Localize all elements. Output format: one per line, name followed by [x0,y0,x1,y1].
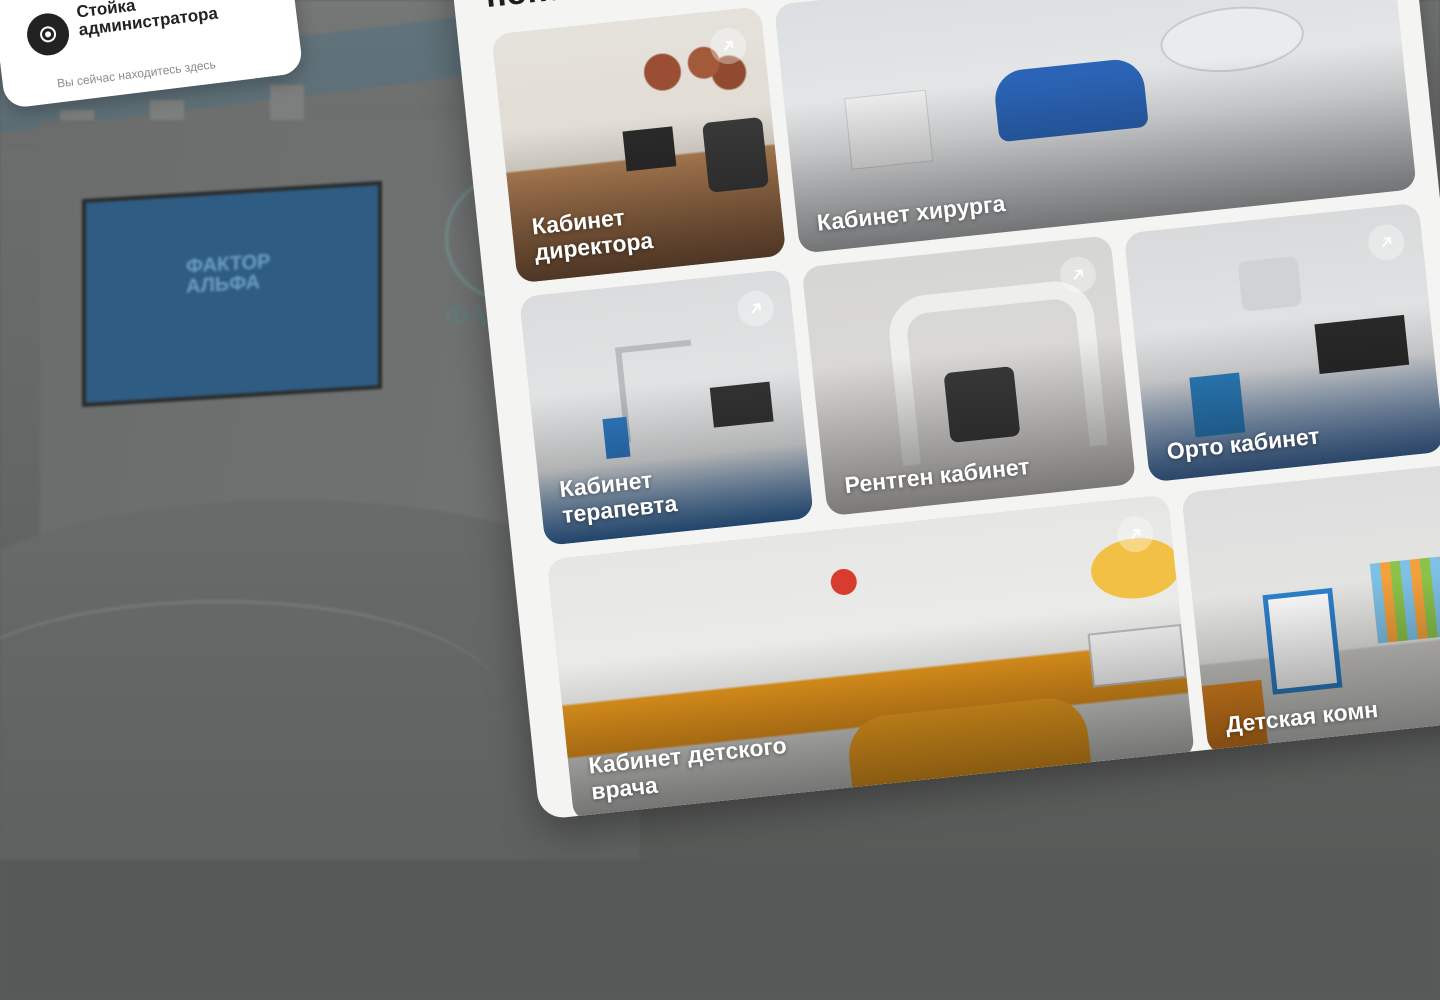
room-tile-ortho[interactable]: Орто кабинет [1123,202,1440,483]
floor [0,860,1440,1000]
room-tile-children[interactable]: Детская комн [1181,461,1440,756]
tv-logo-text: ФАКТОР АЛЬФА [186,250,271,298]
reception-tv: ФАКТОР АЛЬФА [82,180,382,408]
room-tile-director[interactable]: Кабинет директора [491,6,787,284]
location-subtitle: Вы сейчас находитесь здесь [56,57,217,91]
panel-title: попас [484,0,587,16]
location-title: Стойка администратора [75,0,219,40]
room-tile-therapist[interactable]: Кабинет терапевта [519,269,814,546]
rooms-panel: попас Кабинет директора Кабинет хирурга … [448,0,1440,821]
room-tile-xray[interactable]: Рентген кабинет [801,235,1137,517]
location-target-icon [24,10,72,58]
